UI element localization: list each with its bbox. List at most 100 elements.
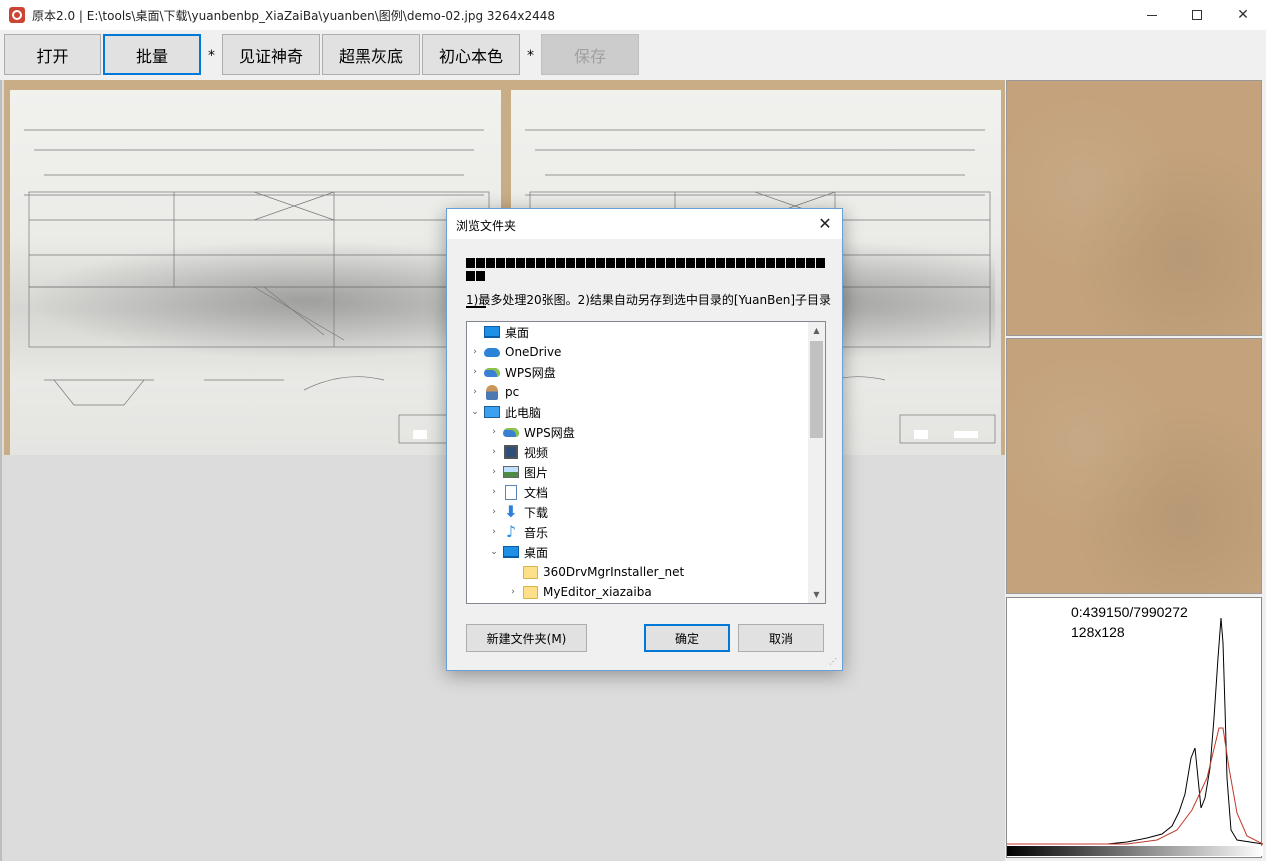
open-button[interactable]: 打开 [4, 34, 101, 75]
tree-item-label: 360DrvMgrInstaller_net [543, 565, 685, 579]
app-logo-icon [9, 7, 25, 23]
title-bar: 原本2.0 | E:\tools\桌面\下载\yuanbenbp_XiaZaiB… [0, 0, 1266, 30]
tree-scrollbar[interactable]: ▲ ▼ [808, 322, 825, 603]
original-color-button[interactable]: 初心本色 [422, 34, 520, 75]
side-panel: 0:439150/7990272 128x128 [1005, 80, 1266, 861]
histogram-panel: 0:439150/7990272 128x128 [1006, 597, 1263, 858]
dialog-title: 浏览文件夹 [456, 219, 517, 233]
original-image [4, 80, 505, 455]
tree-item[interactable]: › pc [467, 382, 519, 402]
toolbar: 打开 批量 * 见证神奇 超黑灰底 初心本色 * 保存 [0, 31, 1266, 79]
dialog-banner-bar [466, 257, 826, 283]
desktop-icon [483, 324, 501, 340]
tree-item-label: 音乐 [524, 525, 549, 540]
cloud-icon [483, 344, 501, 360]
histogram-stats: 0:439150/7990272 [1071, 604, 1188, 620]
new-folder-button[interactable]: 新建文件夹(M) [466, 624, 587, 652]
desktop-icon [502, 544, 520, 560]
wps-cloud-icon [502, 424, 520, 440]
maximize-button[interactable] [1174, 0, 1220, 30]
minimize-button[interactable] [1129, 0, 1175, 30]
tree-item-label: 桌面 [505, 325, 530, 340]
close-icon: ✕ [818, 214, 832, 233]
tree-item[interactable]: 桌面 [467, 322, 529, 342]
dialog-close-button[interactable]: ✕ [813, 213, 837, 235]
scroll-up-icon[interactable]: ▲ [808, 322, 825, 339]
expand-chevron-icon[interactable]: › [467, 347, 483, 357]
collapse-chevron-icon[interactable]: ⌄ [467, 407, 483, 417]
download-icon: ⬇ [504, 502, 518, 521]
tree-item-label: 下载 [524, 505, 549, 520]
expand-chevron-icon[interactable]: › [486, 447, 502, 457]
tree-item-label: 文档 [524, 485, 549, 500]
tree-item-label: 桌面 [524, 545, 549, 560]
folder-icon [521, 584, 539, 600]
cancel-button[interactable]: 取消 [738, 624, 824, 652]
description-overflow-mark [466, 306, 486, 308]
dialog-description: 1)最多处理20张图。2)结果自动另存到选中目录的[YuanBen]子目录 [466, 293, 831, 307]
tree-item-label: WPS网盘 [505, 365, 556, 380]
expand-chevron-icon[interactable]: › [467, 367, 483, 377]
expand-chevron-icon[interactable]: › [467, 387, 483, 397]
expand-chevron-icon[interactable]: › [486, 427, 502, 437]
tree-item[interactable]: › ⬇ 下载 [486, 502, 548, 522]
tree-item[interactable]: › MyEditor_xiazaiba [505, 582, 652, 602]
music-icon: ♪ [505, 522, 517, 541]
expand-chevron-icon[interactable]: › [486, 467, 502, 477]
toolbar-separator: * [527, 48, 534, 64]
close-icon: ✕ [1237, 7, 1249, 23]
toolbar-separator: * [208, 48, 215, 64]
minimize-icon [1147, 14, 1157, 16]
histogram-size: 128x128 [1071, 624, 1125, 640]
batch-button[interactable]: 批量 [103, 34, 201, 75]
tree-item[interactable]: 360DrvMgrInstaller_net [505, 562, 684, 582]
tree-item-label: MyEditor_xiazaiba [543, 585, 652, 599]
close-window-button[interactable]: ✕ [1220, 0, 1266, 30]
folder-tree[interactable]: › MyEditor_xiazaiba 360DrvMgrInstaller_net… [466, 321, 826, 604]
tree-item[interactable]: › OneDrive [467, 342, 561, 362]
original-zoom-preview [1006, 80, 1262, 336]
tree-item-label: 此电脑 [505, 405, 542, 420]
browse-folder-dialog: 浏览文件夹 ✕ 1)最多处理20张图。2)结果自动另存到选中目录的[YuanBe… [446, 208, 843, 671]
tree-item[interactable]: › 图片 [486, 462, 548, 482]
user-icon [483, 384, 501, 400]
video-icon [502, 444, 520, 460]
gray-scale-bar [1007, 846, 1263, 856]
save-button[interactable]: 保存 [541, 34, 639, 75]
tree-item-label: pc [505, 385, 520, 399]
tree-item-label: WPS网盘 [524, 425, 575, 440]
collapse-chevron-icon[interactable]: ⌄ [486, 547, 502, 557]
tree-item[interactable]: ⌄ 此电脑 [467, 402, 541, 422]
scroll-thumb[interactable] [810, 341, 823, 438]
ultra-black-gray-button[interactable]: 超黑灰底 [322, 34, 420, 75]
tree-item[interactable]: › 文档 [486, 482, 548, 502]
tree-item[interactable]: › ♪ 音乐 [486, 522, 548, 542]
resize-grip-icon[interactable]: ⋰ [829, 657, 839, 667]
ok-button[interactable]: 确定 [644, 624, 730, 652]
histogram-chart [1007, 617, 1263, 856]
processed-zoom-preview [1006, 338, 1262, 594]
folder-icon [521, 564, 539, 580]
histogram-black-curve [1007, 617, 1263, 845]
tree-item-label: 视频 [524, 445, 549, 460]
tree-item[interactable]: › WPS网盘 [486, 422, 575, 442]
document-icon [502, 484, 520, 500]
histogram-red-curve [1007, 727, 1263, 845]
tree-item-label: 图片 [524, 465, 549, 480]
expand-chevron-icon[interactable]: › [486, 487, 502, 497]
scroll-down-icon[interactable]: ▼ [808, 586, 825, 603]
expand-chevron-icon[interactable]: › [486, 507, 502, 517]
tree-item[interactable]: › WPS网盘 [467, 362, 556, 382]
drawing-lines [24, 129, 495, 444]
picture-icon [502, 464, 520, 480]
dialog-title-bar: 浏览文件夹 ✕ [447, 209, 842, 239]
maximize-icon [1192, 10, 1202, 20]
tree-item[interactable]: › 视频 [486, 442, 548, 462]
witness-magic-button[interactable]: 见证神奇 [222, 34, 320, 75]
computer-icon [483, 404, 501, 420]
expand-chevron-icon[interactable]: › [505, 587, 521, 597]
expand-chevron-icon[interactable]: › [486, 527, 502, 537]
tree-item[interactable]: ⌄ 桌面 [486, 542, 548, 562]
wps-cloud-icon [483, 364, 501, 380]
window-title: 原本2.0 | E:\tools\桌面\下载\yuanbenbp_XiaZaiB… [32, 8, 556, 23]
